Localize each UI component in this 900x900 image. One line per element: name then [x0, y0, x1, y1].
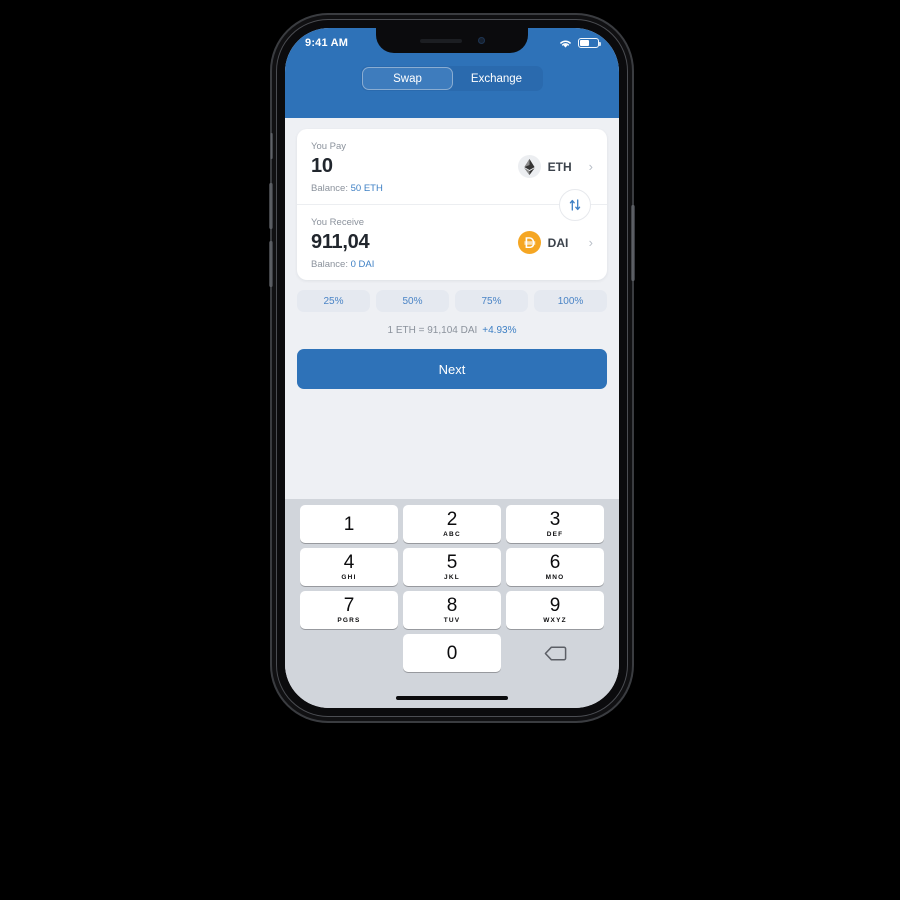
status-bar-time: 9:41 AM — [305, 37, 349, 49]
key-4[interactable]: 4 GHI — [300, 548, 398, 586]
volume-up-button[interactable] — [269, 183, 273, 229]
key-2[interactable]: 2 ABC — [403, 505, 501, 543]
key-9[interactable]: 9 WXYZ — [506, 591, 604, 629]
key-3[interactable]: 3 DEF — [506, 505, 604, 543]
keypad-row-1: 1 2 ABC 3 DEF — [288, 505, 616, 543]
screenshot-canvas: 9:41 AM Swap Exchange You Pay 10 ETH › B… — [0, 0, 900, 900]
pay-balance: Balance: 50 ETH — [311, 183, 593, 194]
pay-balance-value: 50 ETH — [350, 183, 383, 194]
key-9-digit: 9 — [549, 595, 561, 616]
volume-down-button[interactable] — [269, 241, 273, 287]
front-camera-icon — [477, 37, 485, 44]
receive-amount-value: 911,04 — [311, 231, 370, 253]
phone-screen: 9:41 AM Swap Exchange You Pay 10 ETH › B… — [285, 28, 619, 708]
key-2-letters: ABC — [443, 531, 461, 538]
keypad-row-4: 0 — [288, 634, 616, 672]
receive-row: You Receive 911,04 DAI › Balance: 0 DAI — [297, 204, 607, 280]
percent-button-75[interactable]: 75% — [455, 290, 528, 312]
home-indicator[interactable] — [396, 696, 508, 700]
ethereum-icon — [517, 155, 541, 178]
pay-row: You Pay 10 ETH › Balance: 50 ETH — [297, 129, 607, 204]
numeric-keypad: 1 2 ABC 3 DEF 4 GHI 5 JKL 6 MNO 7 PGRS 8… — [285, 499, 619, 708]
key-8[interactable]: 8 TUV — [403, 591, 501, 629]
percent-button-100[interactable]: 100% — [534, 290, 607, 312]
main-content: You Pay 10 ETH › Balance: 50 ETH You Rec… — [285, 118, 619, 499]
rate-change-delta: +4.93% — [482, 325, 517, 336]
key-4-letters: GHI — [341, 574, 357, 581]
key-6-letters: MNO — [545, 574, 565, 581]
receive-token-symbol: DAI — [547, 235, 569, 250]
receive-balance-value: 0 DAI — [350, 259, 375, 270]
exchange-rate-text: 1 ETH = 91,104 DAI — [387, 325, 478, 336]
keypad-spacer — [300, 634, 398, 672]
pay-amount-input[interactable]: 10 — [311, 155, 333, 178]
key-5-letters: JKL — [444, 574, 460, 581]
key-1-digit: 1 — [343, 513, 355, 535]
pay-main: 10 ETH › — [311, 155, 593, 178]
percent-button-25[interactable]: 25% — [297, 290, 370, 312]
key-3-letters: DEF — [546, 531, 564, 538]
key-6[interactable]: 6 MNO — [506, 548, 604, 586]
phone-device-frame: 9:41 AM Swap Exchange You Pay 10 ETH › B… — [269, 15, 635, 721]
power-button[interactable] — [631, 205, 635, 281]
chevron-right-icon: › — [588, 159, 593, 174]
pay-token-symbol: ETH — [547, 159, 572, 174]
receive-label: You Receive — [311, 217, 364, 228]
swap-vertical-arrows-icon — [569, 198, 581, 211]
pay-balance-label: Balance: — [311, 183, 348, 194]
speaker-grille-icon — [419, 38, 462, 43]
pay-token-selector[interactable]: ETH › — [517, 155, 593, 178]
exchange-rate-line: 1 ETH = 91,104 DAI +4.93% — [297, 325, 607, 336]
percent-button-50[interactable]: 50% — [376, 290, 449, 312]
key-5-digit: 5 — [446, 552, 458, 573]
key-7-digit: 7 — [343, 595, 355, 616]
key-3-digit: 3 — [549, 509, 561, 530]
tab-exchange[interactable]: Exchange — [452, 68, 541, 89]
silent-switch-button[interactable] — [270, 133, 273, 159]
key-7[interactable]: 7 PGRS — [300, 591, 398, 629]
percent-shortcut-row: 25% 50% 75% 100% — [297, 290, 607, 312]
dai-icon — [517, 231, 541, 254]
receive-balance-label: Balance: — [311, 259, 348, 270]
next-button[interactable]: Next — [297, 349, 607, 389]
tab-swap[interactable]: Swap — [363, 68, 452, 89]
key-7-letters: PGRS — [337, 617, 361, 624]
battery-fill — [580, 40, 590, 46]
keypad-row-3: 7 PGRS 8 TUV 9 WXYZ — [288, 591, 616, 629]
key-0[interactable]: 0 — [403, 634, 501, 672]
battery-icon — [578, 38, 601, 48]
key-backspace[interactable] — [506, 634, 604, 672]
key-8-digit: 8 — [446, 595, 458, 616]
key-0-digit: 0 — [446, 642, 458, 664]
key-9-letters: WXYZ — [543, 617, 567, 624]
key-5[interactable]: 5 JKL — [403, 548, 501, 586]
pay-label: You Pay — [311, 141, 347, 152]
keypad-row-2: 4 GHI 5 JKL 6 MNO — [288, 548, 616, 586]
key-6-digit: 6 — [549, 552, 561, 573]
receive-main: 911,04 DAI › — [311, 231, 593, 254]
key-8-letters: TUV — [443, 617, 461, 624]
key-4-digit: 4 — [343, 552, 355, 573]
swap-card: You Pay 10 ETH › Balance: 50 ETH You Rec… — [297, 129, 607, 280]
backspace-icon — [544, 645, 566, 661]
receive-token-selector[interactable]: DAI › — [517, 231, 593, 254]
device-notch — [376, 28, 528, 53]
key-2-digit: 2 — [446, 509, 458, 530]
receive-balance: Balance: 0 DAI — [311, 259, 593, 270]
mode-segmented-control[interactable]: Swap Exchange — [361, 66, 543, 91]
status-bar-indicators — [558, 38, 601, 49]
wifi-icon — [560, 40, 571, 48]
chevron-right-icon: › — [588, 235, 593, 250]
key-1[interactable]: 1 — [300, 505, 398, 543]
swap-direction-button[interactable] — [559, 188, 591, 221]
